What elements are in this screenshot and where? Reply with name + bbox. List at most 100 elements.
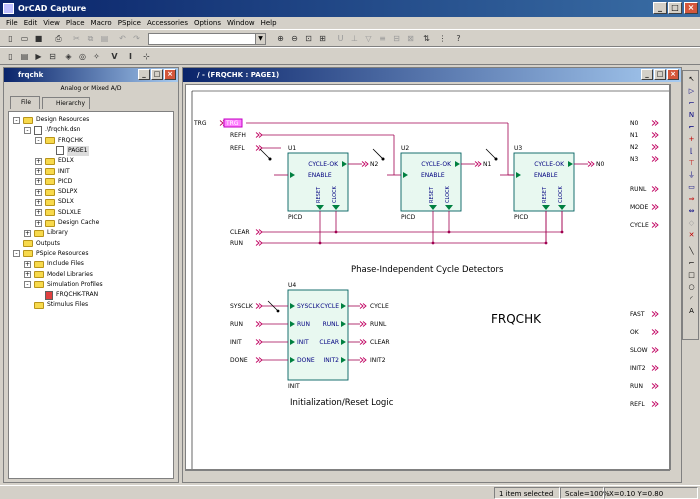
tree-item[interactable]: PAGE1 <box>46 145 89 156</box>
expand-icon[interactable]: + <box>24 271 31 278</box>
project-manager-icon[interactable]: ⋮ <box>436 32 449 45</box>
place-junction-icon[interactable]: + <box>685 133 698 144</box>
menu-place[interactable]: Place <box>63 17 88 29</box>
current-marker-icon[interactable]: ◎ <box>76 50 89 63</box>
menu-window[interactable]: Window <box>224 17 258 29</box>
undo-icon[interactable]: ↶ <box>116 32 129 45</box>
voltage-display-icon[interactable]: V <box>108 50 121 63</box>
menu-file[interactable]: File <box>3 17 21 29</box>
tree-item[interactable]: Outputs <box>13 239 60 249</box>
chevron-down-icon[interactable]: ▼ <box>255 34 265 44</box>
tree-item[interactable]: - .\frqchk.dsn <box>24 125 80 135</box>
paste-icon[interactable]: ▤ <box>98 32 111 45</box>
menu-pspice[interactable]: PSpice <box>115 17 144 29</box>
minimize-icon[interactable]: _ <box>138 69 150 80</box>
tree-item[interactable]: + SDLXLE <box>35 208 81 218</box>
copy-icon[interactable]: ⧉ <box>84 32 97 45</box>
run-simulation-icon[interactable]: ▶ <box>32 50 45 63</box>
tree-item[interactable]: + Library <box>24 228 68 238</box>
place-polyline-icon[interactable]: ⌐ <box>685 257 698 268</box>
tree-item[interactable]: Stimulus Files <box>24 300 88 310</box>
close-icon[interactable]: × <box>667 69 679 80</box>
cross-reference-icon[interactable]: ⊟ <box>390 32 403 45</box>
collapse-icon[interactable]: - <box>24 126 31 134</box>
tree-item[interactable]: FRQCHK-TRAN <box>35 290 98 300</box>
zoom-out-icon[interactable]: ⊖ <box>288 32 301 45</box>
place-line-icon[interactable]: ╲ <box>685 245 698 256</box>
collapse-icon[interactable]: - <box>13 116 20 124</box>
expand-icon[interactable]: + <box>35 198 42 206</box>
close-icon[interactable]: × <box>164 69 176 80</box>
expand-icon[interactable]: + <box>35 188 42 196</box>
save-icon[interactable]: ■ <box>32 32 45 45</box>
schematic-canvas[interactable]: TRG TRG REFH REFL U1 PICD CYCLE-OK ENABLE RESET C… <box>185 84 670 470</box>
place-hierarchical-pin-icon[interactable]: ⇔ <box>685 205 698 216</box>
tree-item[interactable]: - PSpice Resources <box>13 249 88 259</box>
tree-item[interactable]: + Include Files <box>24 259 84 269</box>
place-rectangle-icon[interactable]: □ <box>685 269 698 280</box>
tree-item[interactable]: - Design Resources <box>13 115 89 125</box>
maximize-icon[interactable]: □ <box>151 69 163 80</box>
minimize-icon[interactable]: _ <box>641 69 653 80</box>
place-wire-icon[interactable]: ⌐ <box>685 97 698 108</box>
expand-icon[interactable]: + <box>35 178 42 186</box>
zoom-in-icon[interactable]: ⊕ <box>274 32 287 45</box>
collapse-icon[interactable]: - <box>35 137 42 145</box>
expand-icon[interactable]: + <box>24 229 31 237</box>
select-arrow-icon[interactable]: ↖ <box>685 73 698 84</box>
new-simulation-icon[interactable]: ▯ <box>4 50 17 63</box>
cut-icon[interactable]: ✂ <box>70 32 83 45</box>
collapse-icon[interactable]: - <box>24 281 31 289</box>
menu-accessories[interactable]: Accessories <box>144 17 191 29</box>
print-icon[interactable]: ⎙ <box>52 32 65 45</box>
tree-item[interactable]: + SDLPX <box>35 187 78 197</box>
part-selector-combo[interactable]: ▼ <box>148 33 266 45</box>
menu-view[interactable]: View <box>40 17 63 29</box>
place-off-page-connector-icon[interactable]: ◇ <box>685 217 698 228</box>
place-no-connect-icon[interactable]: ✕ <box>685 229 698 240</box>
horizontal-scrollbar[interactable] <box>185 470 670 481</box>
place-part-icon[interactable]: ▷ <box>685 85 698 96</box>
menu-options[interactable]: Options <box>191 17 224 29</box>
expand-icon[interactable]: + <box>35 157 42 165</box>
schematic-drawing[interactable]: TRG TRG REFH REFL U1 PICD CYCLE-OK ENABLE RESET C… <box>186 85 670 470</box>
expand-icon[interactable]: + <box>24 260 31 268</box>
menu-help[interactable]: Help <box>258 17 280 29</box>
maximize-icon[interactable]: □ <box>668 2 682 14</box>
close-icon[interactable]: × <box>684 2 698 14</box>
power-display-icon[interactable]: ⊹ <box>140 50 153 63</box>
place-arc-icon[interactable]: ◜ <box>685 293 698 304</box>
tab-file[interactable]: File <box>10 96 40 109</box>
current-display-icon[interactable]: I <box>124 50 137 63</box>
zoom-area-icon[interactable]: ⊡ <box>302 32 315 45</box>
minimize-icon[interactable]: _ <box>653 2 667 14</box>
tree-item[interactable]: + SDLX <box>35 197 74 207</box>
vertical-scrollbar[interactable] <box>670 84 681 470</box>
new-file-icon[interactable]: ▯ <box>4 32 17 45</box>
edit-simulation-icon[interactable]: ▤ <box>18 50 31 63</box>
voltage-marker-icon[interactable]: ◈ <box>62 50 75 63</box>
menu-macro[interactable]: Macro <box>88 17 115 29</box>
expand-icon[interactable]: + <box>35 219 42 227</box>
bom-icon[interactable]: ⊠ <box>404 32 417 45</box>
view-results-icon[interactable]: ⊟ <box>46 50 59 63</box>
place-net-alias-icon[interactable]: N <box>685 109 698 120</box>
place-bus-entry-icon[interactable]: ⌊ <box>685 145 698 156</box>
netlist-icon[interactable]: ≡ <box>376 32 389 45</box>
place-ground-icon[interactable]: ⏚ <box>685 169 698 180</box>
tree-item[interactable]: + Model Libraries <box>24 270 93 280</box>
maximize-icon[interactable]: □ <box>654 69 666 80</box>
tree-item[interactable]: - Simulation Profiles <box>24 280 103 290</box>
place-hierarchical-block-icon[interactable]: ▭ <box>685 181 698 192</box>
place-ellipse-icon[interactable]: ○ <box>685 281 698 292</box>
menu-edit[interactable]: Edit <box>21 17 41 29</box>
place-hierarchical-port-icon[interactable]: ⇒ <box>685 193 698 204</box>
back-annotate-icon[interactable]: ⊥ <box>348 32 361 45</box>
collapse-icon[interactable]: - <box>13 250 20 258</box>
place-bus-icon[interactable]: ⌐ <box>685 121 698 132</box>
open-folder-icon[interactable]: ▭ <box>18 32 31 45</box>
tab-hierarchy[interactable]: Hierarchy <box>42 97 90 109</box>
tree-item[interactable]: + PICD <box>35 177 72 187</box>
redo-icon[interactable]: ↷ <box>130 32 143 45</box>
tree-item[interactable]: + Design Cache <box>35 218 99 228</box>
